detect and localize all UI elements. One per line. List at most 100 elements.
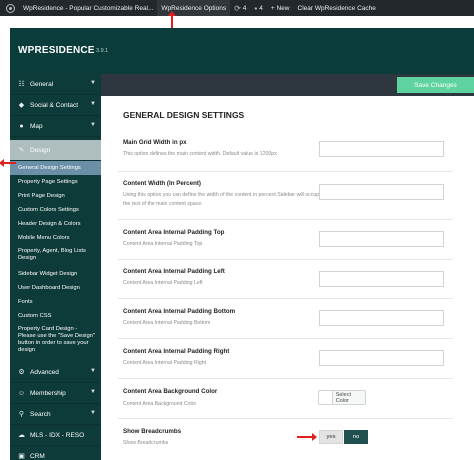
sidebar-item-label: Advanced	[30, 368, 59, 376]
annotation-arrow-right	[297, 433, 317, 441]
chevron-down-icon: ▼	[90, 389, 96, 395]
option-description: Content Area Internal Padding Left	[123, 280, 203, 286]
panel-header: WPRESIDENCE 3.9.1	[10, 28, 474, 74]
option-description: Content Area Internal Padding Top	[123, 241, 203, 247]
wordpress-logo-button[interactable]	[0, 0, 19, 16]
site-name-link[interactable]: WpResidence - Popular Customizable Real.…	[19, 0, 157, 16]
sidebar-sub-header-design[interactable]: Header Design & Colors	[10, 217, 101, 231]
chevron-down-icon: ▼	[90, 368, 96, 374]
main-grid-width-input[interactable]	[319, 141, 444, 157]
option-title: Content Area Internal Padding Left	[123, 268, 225, 275]
divider	[118, 219, 453, 220]
chevron-down-icon: ▼	[90, 101, 96, 107]
padding-left-input[interactable]	[319, 271, 444, 287]
sidebar-sub-property-page[interactable]: Property Page Settings	[10, 175, 101, 189]
sidebar-sub-general-design[interactable]: General Design Settings	[10, 161, 101, 175]
save-changes-button[interactable]: Save Changes	[397, 77, 474, 93]
annotation-arrow-left	[0, 159, 16, 167]
option-title: Content Area Internal Padding Bottom	[123, 308, 236, 315]
share-icon: ◆	[18, 102, 25, 109]
option-title: Content Area Internal Padding Right	[123, 348, 230, 355]
option-title: Content Width (In Percent)	[123, 180, 201, 187]
sidebar-sub-print-page[interactable]: Print Page Design	[10, 189, 101, 203]
comments-link[interactable]: ▪ 4	[250, 0, 266, 16]
clear-cache-link[interactable]: Clear WpResidence Cache	[294, 0, 380, 16]
option-description: Content Area Internal Padding Bottom	[123, 320, 211, 326]
options-sidebar: ☷ General ▼ ◆ Social & Contact ▼ ● Map ▼…	[10, 74, 101, 460]
comments-count: 4	[259, 4, 263, 12]
map-pin-icon: ●	[19, 122, 24, 130]
users-icon: ☺	[17, 389, 26, 397]
comment-icon: ▪	[254, 3, 258, 13]
sidebar-item-general[interactable]: ☷ General ▼	[10, 74, 101, 95]
option-description: Using this option you can define the wid…	[123, 192, 322, 207]
option-description: Show Breadcrumbs	[123, 440, 169, 446]
updates-link[interactable]: ⟳ 4	[230, 0, 250, 16]
annotation-arrow-up	[168, 11, 176, 29]
sidebar-sub-property-card[interactable]: Property Card Design - Please use the "S…	[10, 323, 101, 362]
updates-count: 4	[242, 4, 247, 12]
option-description: Content Area Internal Padding Right	[123, 360, 207, 366]
divider	[118, 378, 453, 379]
sidebar-sub-dashboard-design[interactable]: User Dashboard Design	[10, 281, 101, 295]
padding-bottom-input[interactable]	[319, 310, 444, 326]
sidebar-item-label: MLS - IDX - RESO	[30, 431, 85, 439]
divider	[118, 259, 453, 260]
option-title: Main Grid Width in px	[123, 139, 187, 146]
option-title: Content Area Background Color	[123, 388, 218, 395]
sidebar-item-label: Search	[30, 410, 51, 418]
sidebar-item-label: Membership	[30, 389, 66, 397]
breadcrumbs-no-button[interactable]: no	[344, 430, 368, 444]
sidebar-sub-mobile-menu[interactable]: Mobile Menu Colors	[10, 231, 101, 245]
gear-icon: ⚙	[18, 369, 25, 376]
sidebar-item-mls[interactable]: ☁ MLS - IDX - RESO	[10, 425, 101, 446]
sidebar-sub-fonts[interactable]: Fonts	[10, 295, 101, 309]
chevron-down-icon: ▼	[90, 122, 96, 128]
sidebar-sub-lists-design[interactable]: Property, Agent, Blog Lists Design	[10, 245, 101, 267]
select-color-label: Select Color	[335, 391, 351, 404]
sliders-icon: ☷	[18, 81, 25, 88]
select-color-button[interactable]: Select Color	[318, 390, 366, 405]
cloud-icon: ☁	[18, 432, 25, 439]
page-title: GENERAL DESIGN SETTINGS	[123, 110, 245, 120]
chevron-down-icon: ▼	[90, 410, 96, 416]
option-description: Content Area Background Color	[123, 401, 197, 407]
brand-name: WPRESIDENCE	[18, 45, 95, 56]
wordpress-icon	[6, 3, 15, 13]
sidebar-item-social-contact[interactable]: ◆ Social & Contact ▼	[10, 95, 101, 116]
padding-top-input[interactable]	[319, 231, 444, 247]
sidebar-item-label: Design	[30, 146, 51, 154]
breadcrumbs-yes-button[interactable]: yes	[319, 430, 343, 444]
sidebar-item-label: Map	[30, 122, 43, 130]
divider	[118, 418, 453, 419]
sidebar-item-crm[interactable]: ▣ CRM	[10, 446, 101, 460]
sidebar-item-map[interactable]: ● Map ▼	[10, 116, 101, 137]
option-title: Show Breadcrumbs	[123, 428, 182, 435]
color-swatch	[319, 391, 333, 404]
brand-version: 3.9.1	[96, 48, 109, 54]
padding-right-input[interactable]	[319, 350, 444, 366]
sidebar-item-label: General	[30, 80, 54, 88]
sidebar-item-label: CRM	[30, 452, 45, 460]
new-content-link[interactable]: + New	[267, 0, 294, 16]
sidebar-sub-custom-css[interactable]: Custom CSS	[10, 309, 101, 323]
chevron-down-icon: ▼	[90, 80, 96, 86]
sidebar-item-advanced[interactable]: ⚙ Advanced ▼	[10, 362, 101, 383]
sidebar-sub-widget-design[interactable]: Sidebar Widget Design	[10, 267, 101, 281]
sidebar-item-membership[interactable]: ☺ Membership ▼	[10, 383, 101, 404]
sidebar-item-design[interactable]: ✎ Design	[10, 140, 101, 161]
divider	[118, 171, 453, 172]
sidebar-sub-custom-colors[interactable]: Custom Colors Settings	[10, 203, 101, 217]
content-width-input[interactable]	[319, 184, 444, 200]
divider	[118, 298, 453, 299]
crm-icon: ▣	[18, 453, 25, 460]
search-icon: ⚲	[18, 411, 25, 418]
sidebar-item-label: Social & Contact	[30, 101, 79, 109]
divider	[118, 338, 453, 339]
sidebar-item-search[interactable]: ⚲ Search ▼	[10, 404, 101, 425]
option-description: This option defines the main content wid…	[123, 151, 277, 157]
option-title: Content Area Internal Padding Top	[123, 229, 225, 236]
admin-bar: WpResidence - Popular Customizable Real.…	[0, 0, 474, 16]
brush-icon: ✎	[18, 147, 25, 154]
refresh-icon: ⟳	[234, 3, 241, 13]
